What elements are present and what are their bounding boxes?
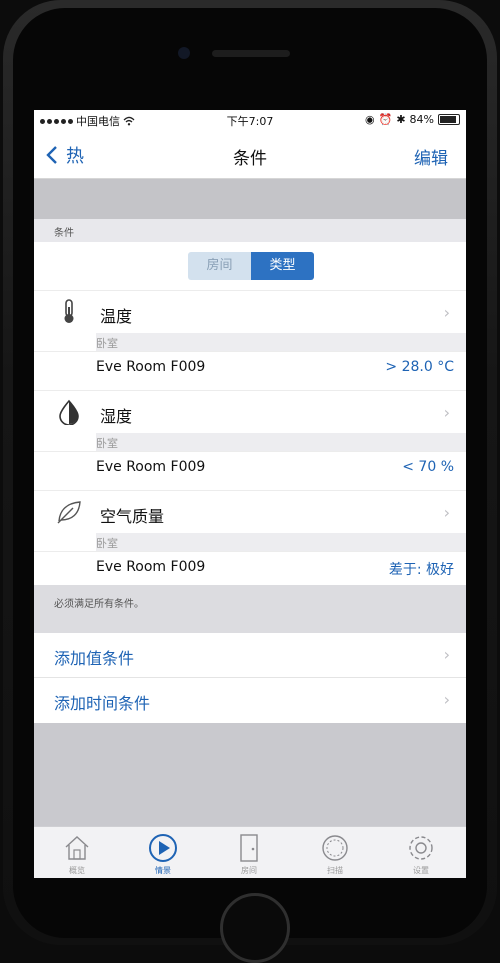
spacer-band (34, 179, 466, 219)
tab-scenes[interactable]: 情景 (120, 827, 206, 878)
tab-bar: 概览 情景 房间 扫描 设置 (34, 826, 466, 878)
condition-label: 湿度 (100, 407, 133, 426)
add-time-condition-button[interactable]: 添加时间条件 › (34, 678, 466, 722)
page-title: 条件 (233, 149, 267, 169)
battery-icon (438, 114, 460, 125)
tab-rooms[interactable]: 房间 (206, 827, 292, 878)
room-label-row: 卧室 (96, 433, 466, 451)
condition-row-humidity[interactable]: 湿度 › (34, 390, 466, 433)
navigation-bar: 热 条件 编辑 (34, 130, 466, 179)
tab-label: 设置 (413, 866, 429, 875)
water-drop-icon (59, 399, 79, 425)
front-camera (178, 47, 190, 59)
tab-settings[interactable]: 设置 (378, 827, 464, 878)
condition-value: 差于: 极好 (388, 562, 454, 578)
add-value-condition-button[interactable]: 添加值条件 › (34, 633, 466, 678)
leaf-icon (57, 501, 81, 524)
device-row[interactable]: Eve Room F009 差于: 极好 (34, 551, 466, 582)
home-icon (65, 836, 89, 860)
gear-icon (409, 836, 433, 860)
device-row[interactable]: Eve Room F009 < 70 % (34, 451, 466, 482)
footnote: 必须满足所有条件。 (34, 585, 466, 633)
chevron-right-icon: › (443, 403, 450, 422)
chevron-right-icon: › (443, 645, 450, 664)
play-icon (149, 834, 177, 862)
condition-row-temperature[interactable]: 温度 › (34, 290, 466, 333)
tab-label: 情景 (155, 866, 171, 875)
empty-area (34, 723, 466, 826)
segment-room[interactable]: 房间 (188, 252, 251, 280)
condition-value: < 70 % (402, 459, 454, 475)
actions-list: 添加值条件 › 添加时间条件 › (34, 633, 466, 723)
chevron-right-icon: › (443, 690, 450, 709)
room-label-row: 卧室 (96, 533, 466, 551)
chevron-right-icon: › (443, 303, 450, 322)
condition-value: > 28.0 °C (385, 359, 454, 375)
condition-row-air-quality[interactable]: 空气质量 › (34, 490, 466, 533)
bluetooth-icon: ✱ (396, 113, 406, 126)
tab-label: 房间 (241, 866, 257, 875)
earpiece-speaker (212, 50, 290, 57)
screen: 中国电信 下午7:07 ◉ ⏰ ✱ 84% 热 条件 编辑 条件 房间 类型 温… (34, 110, 466, 878)
chevron-right-icon: › (443, 503, 450, 522)
tab-overview[interactable]: 概览 (34, 827, 120, 878)
segment-type[interactable]: 类型 (251, 252, 314, 280)
action-label: 添加时间条件 (54, 694, 151, 713)
status-bar: 中国电信 下午7:07 ◉ ⏰ ✱ 84% (34, 110, 466, 130)
device-name: Eve Room F009 (96, 559, 206, 575)
section-header-label: 条件 (54, 228, 74, 239)
room-label: 卧室 (96, 437, 118, 450)
segmented-control: 房间 类型 (188, 252, 314, 280)
section-header: 条件 (34, 219, 466, 242)
tab-label: 扫描 (327, 866, 343, 875)
tab-label: 概览 (69, 866, 85, 875)
conditions-card: 房间 类型 温度 › 卧室 Eve Room F009 > 28.0 °C 湿度… (34, 242, 466, 585)
home-button[interactable] (220, 893, 290, 963)
device-name: Eve Room F009 (96, 459, 206, 475)
footnote-text: 必须满足所有条件。 (54, 599, 144, 610)
edit-button[interactable]: 编辑 (414, 144, 448, 169)
tab-scan[interactable]: 扫描 (292, 827, 378, 878)
battery-label: 84% (409, 113, 434, 126)
scan-icon (322, 835, 348, 861)
device-row[interactable]: Eve Room F009 > 28.0 °C (34, 351, 466, 382)
device-name: Eve Room F009 (96, 359, 206, 375)
door-icon (240, 834, 258, 862)
condition-label: 温度 (100, 307, 133, 326)
action-label: 添加值条件 (54, 649, 135, 668)
condition-label: 空气质量 (100, 507, 165, 526)
lock-rotation-icon: ◉ (365, 113, 375, 126)
room-label-row: 卧室 (96, 333, 466, 351)
alarm-icon: ⏰ (378, 113, 393, 126)
room-label: 卧室 (96, 537, 118, 550)
thermometer-icon (64, 299, 74, 323)
room-label: 卧室 (96, 337, 118, 350)
